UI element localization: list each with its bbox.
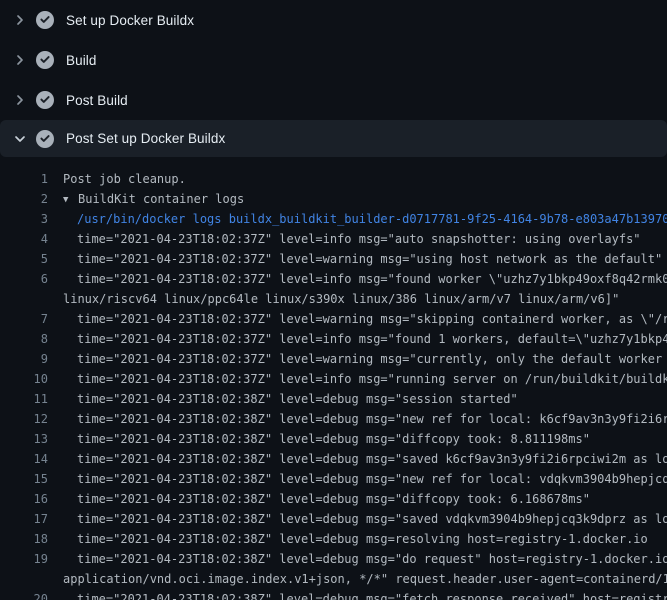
log-line: 2 ▼BuildKit container logs [0,189,667,209]
log-line: 10 time="2021-04-23T18:02:37Z" level=info… [0,369,667,389]
log-text: time="2021-04-23T18:02:37Z" level=warnin… [77,249,662,269]
line-number[interactable]: 1 [0,169,48,189]
log-line: 18 time="2021-04-23T18:02:38Z" level=debu… [0,529,667,549]
log-line: 20 time="2021-04-23T18:02:38Z" level=debu… [0,589,667,600]
chevron-right-icon[interactable] [12,92,28,108]
step-set-up-docker-buildx[interactable]: Set up Docker Buildx [0,0,667,40]
line-number[interactable]: 6 [0,269,48,289]
line-number[interactable]: 4 [0,229,48,249]
log-text: ▼BuildKit container logs [63,189,244,209]
log-text: time="2021-04-23T18:02:37Z" level=info m… [77,329,667,349]
collapse-group-icon[interactable]: ▼ [63,190,78,209]
log-text: time="2021-04-23T18:02:37Z" level=warnin… [77,309,667,329]
log-line: 15 time="2021-04-23T18:02:38Z" level=debu… [0,469,667,489]
line-number[interactable]: 12 [0,409,48,429]
log-line: 19 time="2021-04-23T18:02:38Z" level=debu… [0,549,667,569]
line-number[interactable]: 10 [0,369,48,389]
log-text: time="2021-04-23T18:02:38Z" level=debug … [77,429,590,449]
log-line: 3/usr/bin/docker logs buildx_buildkit_bu… [0,209,667,229]
log-line: 7 time="2021-04-23T18:02:37Z" level=warni… [0,309,667,329]
log-line: 4 time="2021-04-23T18:02:37Z" level=info … [0,229,667,249]
log-line: application/vnd.oci.image.index.v1+json,… [0,569,667,589]
log-text: application/vnd.oci.image.index.v1+json,… [63,569,667,589]
line-number[interactable]: 19 [0,549,48,569]
log-text: time="2021-04-23T18:02:38Z" level=debug … [77,549,667,569]
line-number[interactable]: 18 [0,529,48,549]
log-line: 11 time="2021-04-23T18:02:38Z" level=debu… [0,389,667,409]
line-number[interactable]: 13 [0,429,48,449]
log-line: 12 time="2021-04-23T18:02:38Z" level=debu… [0,409,667,429]
log-text: time="2021-04-23T18:02:37Z" level=info m… [77,269,667,289]
log-text: time="2021-04-23T18:02:38Z" level=debug … [77,529,648,549]
log-text: Post job cleanup. [63,169,186,189]
log-line: 13 time="2021-04-23T18:02:38Z" level=debu… [0,429,667,449]
line-number [0,569,48,589]
line-number[interactable]: 7 [0,309,48,329]
log-text: time="2021-04-23T18:02:37Z" level=info m… [77,229,641,249]
step-label: Set up Docker Buildx [66,13,194,28]
log-line: 8 time="2021-04-23T18:02:37Z" level=info … [0,329,667,349]
line-number[interactable]: 14 [0,449,48,469]
line-number[interactable]: 2 [0,189,48,209]
log-lines: 1 Post job cleanup. 2 ▼BuildKit container l… [0,157,667,600]
step-post-build[interactable]: Post Build [0,80,667,120]
log-text: time="2021-04-23T18:02:37Z" level=warnin… [77,349,667,369]
log-line: 9 time="2021-04-23T18:02:37Z" level=warni… [0,349,667,369]
step-label: Post Build [66,93,128,108]
actions-log-viewer: Set up Docker Buildx Build Post Build [0,0,667,600]
check-circle-icon [36,130,54,148]
log-text: time="2021-04-23T18:02:38Z" level=debug … [77,409,667,429]
line-number[interactable]: 5 [0,249,48,269]
line-number[interactable]: 15 [0,469,48,489]
log-text: time="2021-04-23T18:02:37Z" level=info m… [77,369,667,389]
log-text: time="2021-04-23T18:02:38Z" level=debug … [77,449,667,469]
line-number[interactable]: 17 [0,509,48,529]
line-number[interactable]: 16 [0,489,48,509]
check-circle-icon [36,11,54,29]
log-line: linux/riscv64 linux/ppc64le linux/s390x … [0,289,667,309]
group-label[interactable]: BuildKit container logs [78,192,244,206]
log-text: time="2021-04-23T18:02:38Z" level=debug … [77,489,590,509]
step-list: Set up Docker Buildx Build Post Build [0,0,667,157]
log-line: 6 time="2021-04-23T18:02:37Z" level=info … [0,269,667,289]
line-number[interactable]: 20 [0,589,48,600]
log-line: 17 time="2021-04-23T18:02:38Z" level=debu… [0,509,667,529]
step-build[interactable]: Build [0,40,667,80]
log-text: time="2021-04-23T18:02:38Z" level=debug … [77,509,667,529]
step-post-set-up-docker-buildx[interactable]: Post Set up Docker Buildx [0,120,667,157]
log-line: 1 Post job cleanup. [0,169,667,189]
check-circle-icon [36,91,54,109]
log-line: 16 time="2021-04-23T18:02:38Z" level=debu… [0,489,667,509]
step-label: Post Set up Docker Buildx [66,131,225,146]
line-number[interactable]: 9 [0,349,48,369]
log-text: time="2021-04-23T18:02:38Z" level=debug … [77,469,667,489]
chevron-down-icon[interactable] [12,131,28,147]
line-number[interactable]: 8 [0,329,48,349]
log-line: 5 time="2021-04-23T18:02:37Z" level=warni… [0,249,667,269]
log-text: time="2021-04-23T18:02:38Z" level=debug … [77,389,518,409]
step-label: Build [66,53,97,68]
chevron-right-icon[interactable] [12,52,28,68]
log-command-text: /usr/bin/docker logs buildx_buildkit_bui… [77,209,667,229]
log-text: linux/riscv64 linux/ppc64le linux/s390x … [63,289,619,309]
check-circle-icon [36,51,54,69]
log-text: time="2021-04-23T18:02:38Z" level=debug … [77,589,667,600]
line-number[interactable]: 11 [0,389,48,409]
line-number [0,289,48,309]
line-number[interactable]: 3 [0,209,48,229]
log-line: 14 time="2021-04-23T18:02:38Z" level=debu… [0,449,667,469]
chevron-right-icon[interactable] [12,12,28,28]
